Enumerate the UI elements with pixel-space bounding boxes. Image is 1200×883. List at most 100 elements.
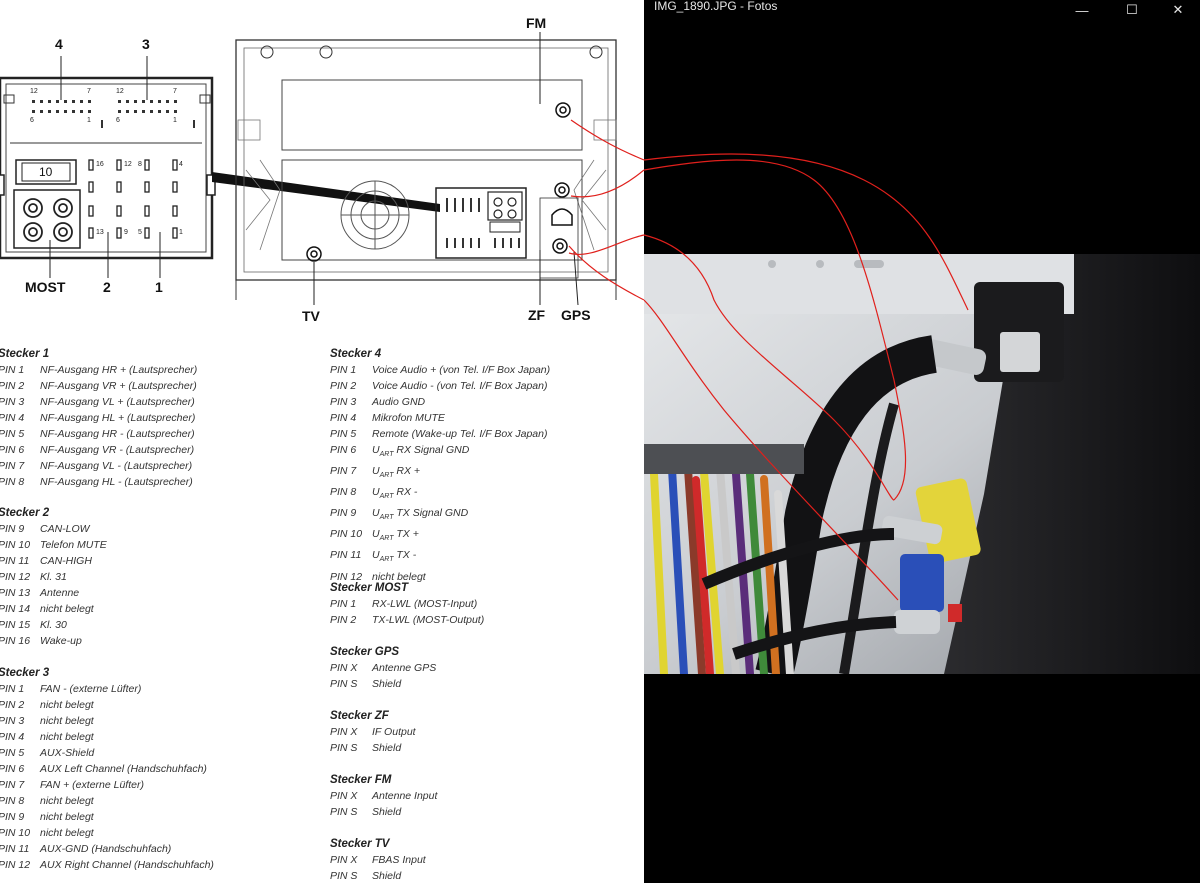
pin-description: Shield: [372, 742, 402, 754]
pin-description-subscript: ART: [379, 472, 394, 480]
pin-row: PIN 5 Remote (Wake-up Tel. I/F Box Japan): [330, 426, 640, 442]
pin-description: Voice Audio + (von Tel. I/F Box Japan): [372, 364, 551, 376]
pin-description-rest: RX Signal GND: [393, 444, 470, 456]
pin-row: PIN 3 nicht belegt: [0, 713, 318, 729]
pin-row: PIN X Antenne Input: [330, 788, 640, 804]
stecker-most-title: Stecker MOST: [330, 582, 408, 594]
stecker-gps-section: Stecker GPS PIN X Antenne GPS PIN S Shield: [330, 646, 640, 692]
photos-window[interactable]: IMG_1890.JPG - Fotos — ☐ ✕: [644, 0, 1200, 883]
pin-label: 6: [30, 117, 34, 124]
pin-number: PIN 2: [330, 380, 357, 392]
pin-description: nicht belegt: [40, 795, 94, 807]
pin-description: nicht belegt: [40, 699, 94, 711]
pin-description: NF-Ausgang HL + (Lautsprecher): [40, 412, 196, 424]
pin-row: PIN 11 AUX-GND (Handschuhfach): [0, 841, 318, 857]
pin-number: PIN 12: [0, 571, 31, 583]
pin-row: PIN S Shield: [330, 740, 640, 756]
pin-row: PIN 5 AUX-Shield: [0, 745, 318, 761]
stecker-3-title: Stecker 3: [0, 667, 50, 679]
pin-row: PIN 12 Kl. 31: [0, 569, 318, 585]
pin-list: PIN 1 Voice Audio + (von Tel. I/F Box Jap…: [330, 362, 640, 585]
pin-number: PIN 6: [330, 444, 357, 456]
pin-number: PIN X: [330, 726, 358, 738]
pin-number: PIN X: [330, 854, 358, 866]
pin-row: PIN 2 Voice Audio - (von Tel. I/F Box Jap…: [330, 378, 640, 394]
pin-description: RX-LWL (MOST-Input): [372, 598, 478, 610]
pin-number: PIN 1: [330, 598, 357, 610]
pin-description: Kl. 30: [40, 619, 67, 631]
pin-description: NF-Ausgang HR + (Lautsprecher): [40, 364, 198, 376]
stecker-tv-section: Stecker TV PIN X FBAS Input PIN S Shield: [330, 838, 640, 883]
pin-label: 1: [173, 117, 177, 124]
pin-label: 12: [30, 88, 38, 95]
pin-description: AUX-GND (Handschuhfach): [40, 843, 172, 855]
pin-number: PIN 3: [0, 396, 25, 408]
pin-number: PIN X: [330, 790, 358, 802]
pin-description: AUX Right Channel (Handschuhfach): [40, 859, 214, 871]
stecker-2-title: Stecker 2: [0, 507, 50, 519]
pin-row: PIN 9 nicht belegt: [0, 809, 318, 825]
pin-label: 9: [124, 229, 128, 236]
pin-label: 6: [116, 117, 120, 124]
pin-number: PIN 7: [330, 465, 357, 478]
stecker-1-title: Stecker 1: [0, 348, 50, 360]
pin-row: PIN 6 NF-Ausgang VR - (Lautsprecher): [0, 442, 318, 458]
pin-row: PIN S Shield: [330, 804, 640, 820]
pin-description: CAN-HIGH: [40, 555, 92, 567]
pin-description: IF Output: [372, 726, 416, 738]
pin-row: PIN 16 Wake-up: [0, 633, 318, 649]
pin-number: PIN 1: [0, 364, 25, 376]
pin-number: PIN 8: [330, 486, 357, 499]
pin-number: PIN 9: [330, 507, 357, 520]
pin-label: 12: [116, 88, 124, 95]
pin-row: PIN 4 nicht belegt: [0, 729, 318, 745]
stecker-most-section: Stecker MOST PIN 1 RX-LWL (MOST-Input) PIN…: [330, 582, 640, 628]
pin-number: PIN 7: [0, 779, 25, 791]
gps-label: GPS: [561, 307, 591, 323]
pin-description: Shield: [372, 806, 402, 818]
pin-row: PIN 1 NF-Ausgang HR + (Lautsprecher): [0, 362, 318, 378]
stecker-1-section: Stecker 1 PIN 1 NF-Ausgang HR + (Lautspre…: [0, 348, 318, 490]
pin-description: Remote (Wake-up Tel. I/F Box Japan): [372, 428, 548, 440]
pin-number: PIN S: [330, 870, 358, 882]
pin-description: NF-Ausgang VL - (Lautsprecher): [40, 460, 193, 472]
pin-description: FAN + (externe Lüfter): [40, 779, 144, 791]
pin-number: PIN 13: [0, 587, 31, 599]
pin-description: U: [372, 507, 380, 520]
pin-row: PIN 10 UART TX +: [330, 526, 640, 547]
pin-description-rest: TX -: [393, 549, 417, 562]
pin-description: nicht belegt: [40, 827, 94, 839]
stecker-4-section: Stecker 4 PIN 1 Voice Audio + (von Tel. I…: [330, 348, 640, 585]
pin-description: FAN - (externe Lüfter): [40, 683, 142, 695]
connector-4-label: 4: [55, 36, 63, 52]
pin-description: U: [372, 549, 380, 562]
pin-description: nicht belegt: [40, 811, 94, 823]
pin-row: PIN 4 Mikrofon MUTE: [330, 410, 640, 426]
pin-number: PIN X: [330, 662, 358, 674]
pin-number: PIN 11: [330, 549, 362, 562]
pin-description: NF-Ausgang VR + (Lautsprecher): [40, 380, 197, 392]
pin-description: NF-Ausgang VR - (Lautsprecher): [40, 444, 195, 456]
stecker-zf-section: Stecker ZF PIN X IF Output PIN S Shield: [330, 710, 640, 756]
fm-label: FM: [526, 15, 547, 31]
pin-number: PIN 16: [0, 635, 31, 647]
pin-number: PIN 8: [0, 476, 25, 488]
pin-number: PIN 6: [0, 763, 25, 775]
pin-description: FBAS Input: [372, 854, 426, 866]
stecker-gps-title: Stecker GPS: [330, 646, 400, 658]
pin-description: Antenne: [40, 587, 80, 599]
pin-description: Mikrofon MUTE: [372, 412, 445, 424]
pin-row: PIN 5 NF-Ausgang HR - (Lautsprecher): [0, 426, 318, 442]
pin-description: Wake-up: [40, 635, 82, 647]
pin-row: PIN 1 Voice Audio + (von Tel. I/F Box Jap…: [330, 362, 640, 378]
pin-label: 16: [96, 161, 104, 168]
pin-row: PIN S Shield: [330, 676, 640, 692]
pin-description: nicht belegt: [40, 731, 94, 743]
pin-row: PIN 11 CAN-HIGH: [0, 553, 318, 569]
tv-label: TV: [302, 308, 320, 324]
pin-description-subscript: ART: [379, 493, 394, 501]
pin-row: PIN 2 nicht belegt: [0, 697, 318, 713]
stecker-tv-title: Stecker TV: [330, 838, 390, 850]
pin-description: U: [372, 465, 380, 478]
pin-description-rest: RX +: [393, 465, 421, 478]
